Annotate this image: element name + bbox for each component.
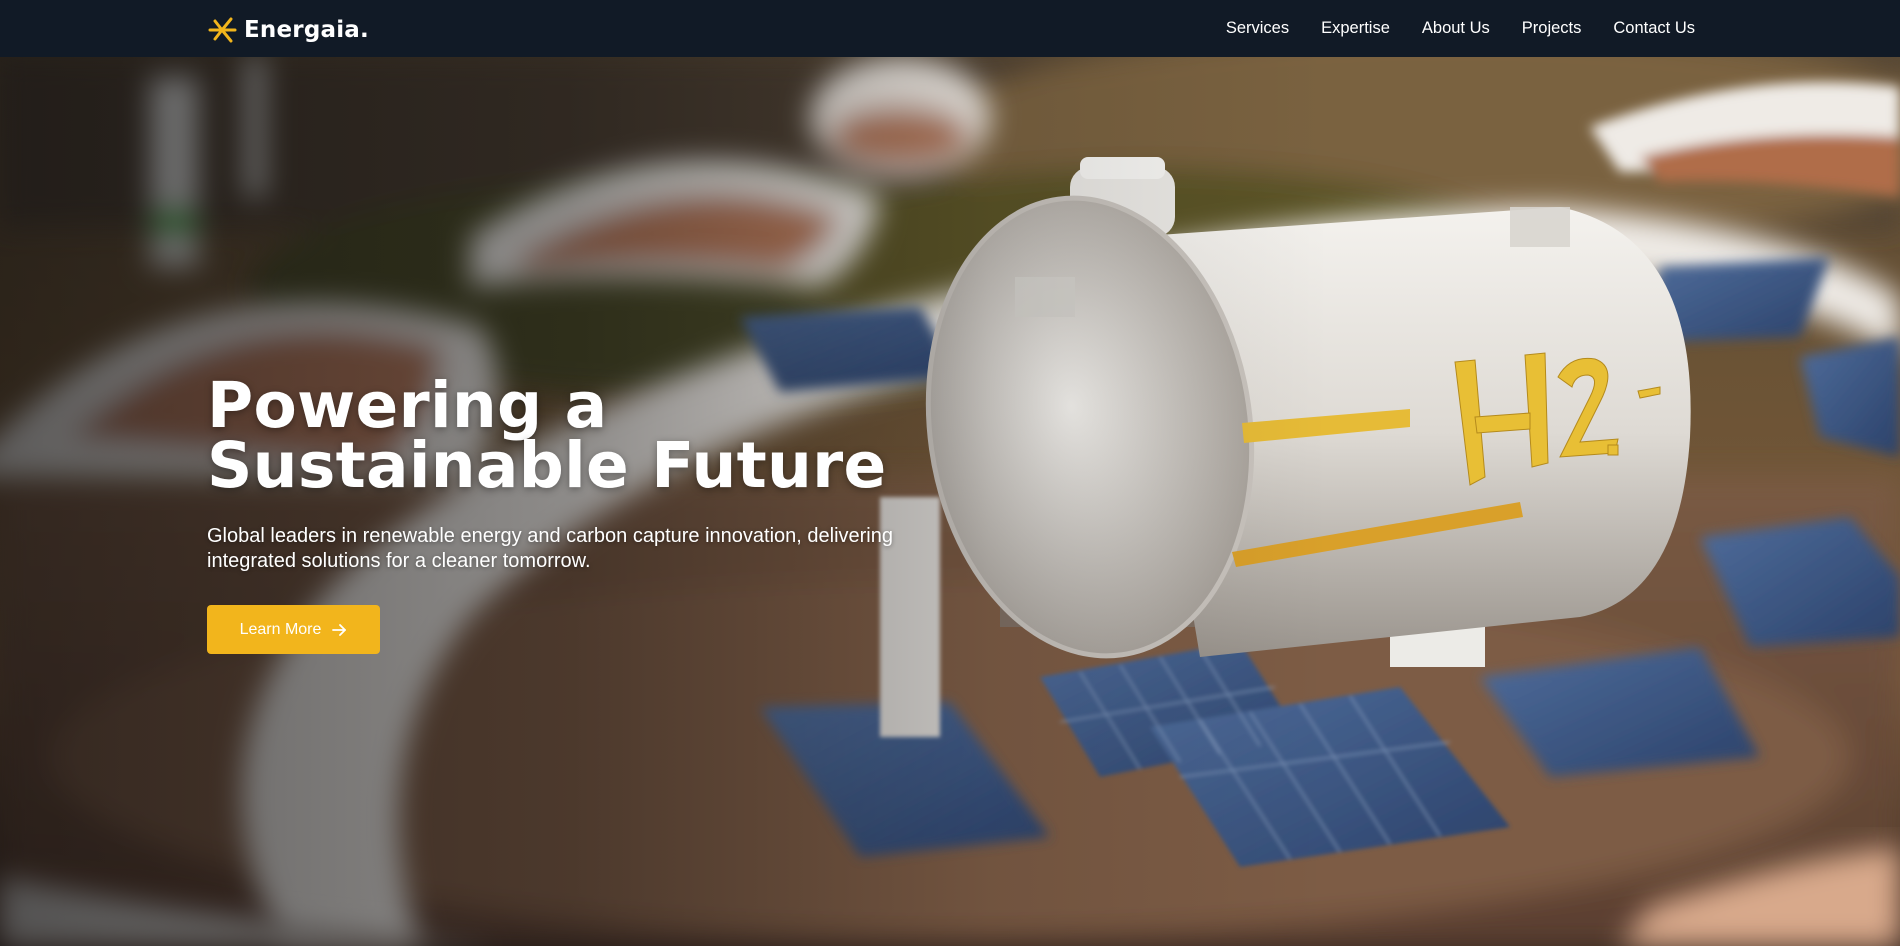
brand-name: Energaia. bbox=[244, 17, 369, 43]
hero-title: Powering a Sustainable Future bbox=[207, 369, 887, 502]
nav-item: Expertise bbox=[1321, 19, 1390, 38]
nav-item: About Us bbox=[1422, 19, 1490, 38]
hero-content: Powering a Sustainable Future Global lea… bbox=[207, 369, 967, 574]
top-navigation-bar: Energaia. Services Expertise About Us Pr… bbox=[0, 0, 1900, 57]
nav-item: Services bbox=[1226, 19, 1289, 38]
nav-link-contact-us[interactable]: Contact Us bbox=[1613, 19, 1695, 37]
nav-link-services[interactable]: Services bbox=[1226, 19, 1289, 37]
nav-link-about-us[interactable]: About Us bbox=[1422, 19, 1490, 37]
learn-more-label: Learn More bbox=[239, 620, 322, 638]
hero-section: Powering a Sustainable Future Global lea… bbox=[0, 57, 1900, 946]
nav-item: Projects bbox=[1522, 19, 1582, 38]
sun-spark-icon bbox=[208, 17, 237, 43]
hero-subtitle: Global leaders in renewable energy and c… bbox=[207, 525, 893, 572]
nav-item: Contact Us bbox=[1613, 19, 1695, 38]
main-nav: Services Expertise About Us Projects Con… bbox=[1226, 0, 1695, 57]
brand-logo-link[interactable]: Energaia. bbox=[206, 15, 369, 45]
arrow-right-icon bbox=[332, 623, 347, 636]
learn-more-button[interactable]: Learn More bbox=[207, 605, 380, 654]
nav-link-expertise[interactable]: Expertise bbox=[1321, 19, 1390, 37]
nav-link-projects[interactable]: Projects bbox=[1522, 19, 1582, 37]
